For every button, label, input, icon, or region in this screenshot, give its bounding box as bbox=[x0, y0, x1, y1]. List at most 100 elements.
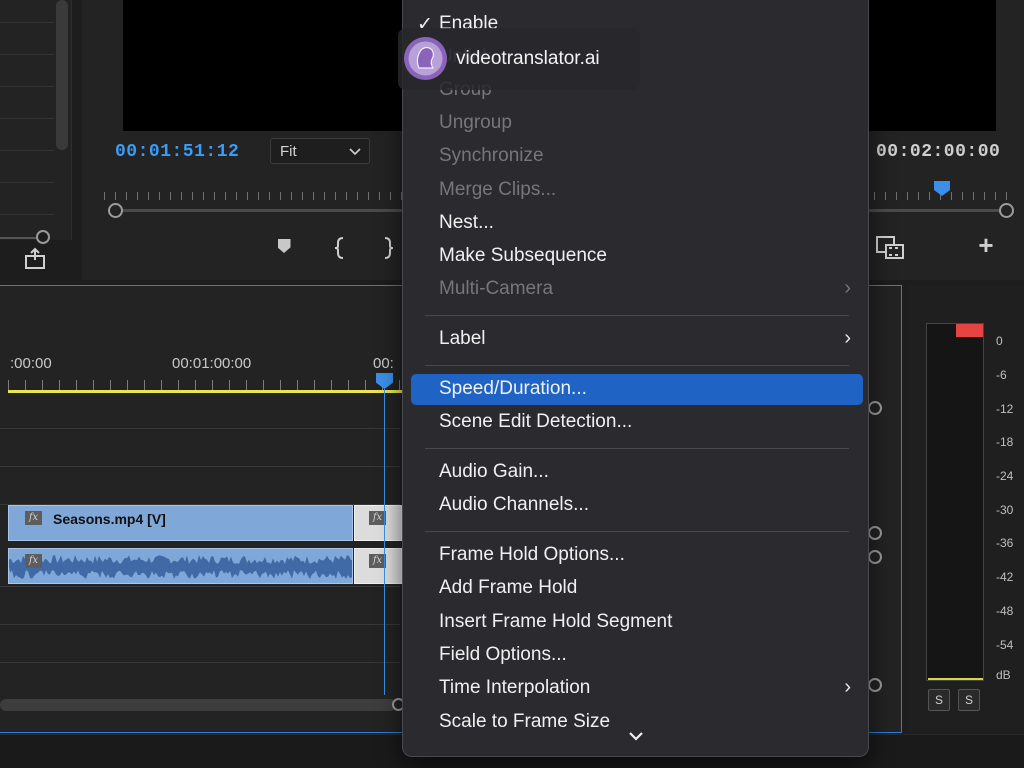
track-divider bbox=[0, 586, 400, 587]
track-divider bbox=[0, 428, 400, 429]
fx-badge[interactable]: fx bbox=[25, 511, 42, 525]
export-frame-icon[interactable] bbox=[876, 236, 906, 260]
monitor-zoom-handle-left[interactable] bbox=[108, 203, 123, 218]
clip-context-menu: ✓EnableUnlinkGroupUngroupSynchronizeMerg… bbox=[402, 0, 869, 757]
project-row-divider bbox=[0, 118, 54, 119]
timeline-ruler-label: 00: bbox=[373, 355, 394, 372]
mark-out-icon[interactable] bbox=[376, 234, 400, 266]
db-scale-label: dB bbox=[996, 668, 1011, 682]
submenu-chevron-icon: › bbox=[844, 277, 851, 299]
menu-item-label: Frame Hold Options... bbox=[439, 544, 625, 565]
menu-item-label: Add Frame Hold bbox=[439, 577, 578, 598]
duration-timecode: 00:02:00:00 bbox=[876, 142, 1001, 162]
audio-clip[interactable]: fx bbox=[8, 548, 353, 584]
menu-item-label: Audio Gain... bbox=[439, 461, 549, 482]
menu-item-nest[interactable]: Nest... bbox=[411, 208, 863, 239]
audio-meter bbox=[926, 323, 984, 681]
project-row-divider bbox=[0, 22, 54, 23]
menu-item-label: Merge Clips... bbox=[439, 179, 557, 200]
db-scale-label: -24 bbox=[996, 469, 1014, 483]
video-clip-name: Seasons.mp4 [V] bbox=[53, 511, 166, 527]
track-divider bbox=[0, 466, 400, 467]
menu-item-label: Ungroup bbox=[439, 112, 512, 133]
menu-item-label: Synchronize bbox=[439, 145, 544, 166]
watermark-logo-icon bbox=[404, 37, 447, 80]
project-toolbar bbox=[0, 244, 80, 280]
timeline-ruler-label: :00:00 bbox=[10, 355, 52, 372]
meter-level bbox=[928, 678, 983, 680]
menu-item-label: Scene Edit Detection... bbox=[439, 411, 633, 432]
db-scale-label: 0 bbox=[996, 334, 1003, 348]
zoom-level-select[interactable]: Fit bbox=[270, 138, 370, 164]
menu-item-merge-clips[interactable]: Merge Clips... bbox=[411, 175, 863, 206]
chevron-down-icon bbox=[349, 142, 361, 161]
menu-item-label: Insert Frame Hold Segment bbox=[439, 611, 673, 632]
menu-item-field-options[interactable]: Field Options... bbox=[411, 640, 863, 671]
project-scrollbar[interactable] bbox=[56, 0, 68, 150]
track-height-handle[interactable] bbox=[868, 550, 882, 564]
menu-item-make-subsequence[interactable]: Make Subsequence bbox=[411, 241, 863, 272]
track-height-handle[interactable] bbox=[868, 526, 882, 540]
track-divider bbox=[0, 624, 400, 625]
timeline-playhead-line bbox=[384, 389, 385, 695]
db-scale-label: -48 bbox=[996, 604, 1014, 618]
db-scale-label: -54 bbox=[996, 638, 1014, 652]
menu-separator bbox=[425, 365, 849, 366]
menu-item-add-frame-hold[interactable]: Add Frame Hold bbox=[411, 573, 863, 604]
project-row-divider bbox=[0, 54, 54, 55]
solo-right-button[interactable]: S bbox=[958, 689, 980, 711]
project-row-divider bbox=[0, 150, 54, 151]
solo-left-button[interactable]: S bbox=[928, 689, 950, 711]
menu-item-audio-gain[interactable]: Audio Gain... bbox=[411, 457, 863, 488]
current-timecode[interactable]: 00:01:51:12 bbox=[115, 142, 239, 162]
menu-item-scene-edit-detection[interactable]: Scene Edit Detection... bbox=[411, 407, 863, 438]
monitor-zoom-handle-right[interactable] bbox=[999, 203, 1014, 218]
peak-indicator[interactable] bbox=[956, 324, 983, 337]
menu-item-speed-duration[interactable]: Speed/Duration... bbox=[411, 374, 863, 405]
db-scale-label: -42 bbox=[996, 570, 1014, 584]
menu-item-multi-camera[interactable]: Multi-Camera › bbox=[411, 274, 863, 305]
menu-scroll-down-icon[interactable] bbox=[627, 726, 645, 747]
project-row-divider bbox=[0, 214, 54, 215]
project-row-divider bbox=[0, 182, 54, 183]
menu-item-insert-frame-hold-segment[interactable]: Insert Frame Hold Segment bbox=[411, 607, 863, 638]
menu-item-label: Make Subsequence bbox=[439, 245, 607, 266]
menu-item-frame-hold-options[interactable]: Frame Hold Options... bbox=[411, 540, 863, 571]
menu-item-label: Speed/Duration... bbox=[439, 378, 587, 399]
menu-item-label: Nest... bbox=[439, 212, 494, 233]
watermark-text: videotranslator.ai bbox=[456, 48, 600, 69]
timeline-scrollbar[interactable] bbox=[0, 699, 396, 711]
fx-badge[interactable]: fx bbox=[25, 554, 42, 568]
video-clip[interactable]: fx Seasons.mp4 [V] bbox=[8, 505, 353, 541]
db-scale-label: -18 bbox=[996, 435, 1014, 449]
button-editor-add-icon[interactable]: + bbox=[974, 232, 998, 258]
video-clip[interactable]: fx bbox=[354, 505, 402, 541]
menu-item-time-interpolation[interactable]: Time Interpolation › bbox=[411, 673, 863, 704]
menu-item-label: Field Options... bbox=[439, 644, 567, 665]
db-scale-label: -12 bbox=[996, 402, 1014, 416]
menu-item-synchronize[interactable]: Synchronize bbox=[411, 141, 863, 172]
menu-item-audio-channels[interactable]: Audio Channels... bbox=[411, 490, 863, 521]
audio-clip[interactable]: fx bbox=[354, 548, 402, 584]
timeline-ruler-label: 00:01:00:00 bbox=[172, 355, 252, 372]
submenu-chevron-icon: › bbox=[844, 676, 851, 698]
menu-separator bbox=[425, 448, 849, 449]
track-height-handle[interactable] bbox=[868, 678, 882, 692]
menu-separator bbox=[425, 531, 849, 532]
zoom-level-value: Fit bbox=[280, 143, 297, 160]
export-icon[interactable] bbox=[0, 246, 80, 276]
track-height-handle[interactable] bbox=[868, 401, 882, 415]
menu-item-label[interactable]: Label › bbox=[411, 324, 863, 355]
project-zoom-slider-knob[interactable] bbox=[36, 230, 50, 244]
menu-item-label: Multi-Camera bbox=[439, 278, 554, 299]
track-divider bbox=[0, 662, 400, 663]
db-scale-label: -36 bbox=[996, 536, 1014, 550]
watermark-badge: videotranslator.ai bbox=[398, 28, 640, 90]
add-marker-icon[interactable] bbox=[272, 234, 296, 260]
menu-item-label: Time Interpolation bbox=[439, 677, 591, 698]
menu-item-ungroup[interactable]: Ungroup bbox=[411, 108, 863, 139]
project-row-divider bbox=[0, 86, 54, 87]
work-area-bar[interactable] bbox=[8, 390, 404, 393]
mark-in-icon[interactable] bbox=[328, 234, 352, 266]
menu-separator bbox=[425, 315, 849, 316]
